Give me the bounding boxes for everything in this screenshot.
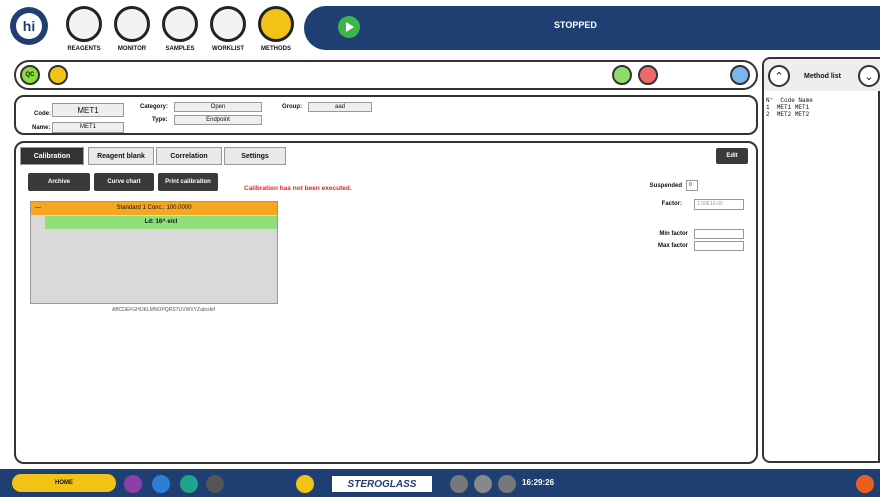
brush-icon[interactable] xyxy=(206,475,224,493)
methods-button[interactable] xyxy=(258,6,294,42)
table-header: N° Code Name xyxy=(766,97,813,104)
max-factor-label: Max factor xyxy=(657,243,688,249)
clock: 16:29:26 xyxy=(522,478,555,487)
min-factor-field[interactable] xyxy=(694,229,744,239)
table-row[interactable]: 2 MET2 MET2 xyxy=(766,111,813,118)
monitor-button[interactable] xyxy=(114,6,150,42)
tab-calibration[interactable]: Calibration xyxy=(20,147,84,165)
save-icon[interactable] xyxy=(730,65,750,85)
ld-row[interactable]: Ld: 16^ e/cl xyxy=(45,216,277,229)
category-label: Category: xyxy=(140,104,169,110)
row-marker: — xyxy=(35,205,41,211)
reagent-icon[interactable] xyxy=(48,65,68,85)
steroglass-logo: STEROGLASS xyxy=(332,476,432,492)
calendar-icon[interactable] xyxy=(152,475,170,493)
method-list-header: ⌃ Method list ⌄ xyxy=(764,59,880,91)
bottom-bar: HOME STEROGLASS 16:29:26 xyxy=(0,469,880,497)
type-field[interactable]: Endpoint xyxy=(174,115,262,125)
category-field[interactable]: Open xyxy=(174,102,262,112)
calibration-error: Calibration has not been executed. xyxy=(244,185,352,192)
standard-row-label: Standard 1 Conc.: 100.0000 xyxy=(116,205,192,211)
samples-button[interactable] xyxy=(162,6,198,42)
keyboard-icon[interactable] xyxy=(498,475,516,493)
group-label: Group: xyxy=(282,104,302,110)
curve-chart-button[interactable]: Curve chart xyxy=(94,173,154,191)
status-bar: STOPPED xyxy=(304,6,880,50)
group-field[interactable]: aad xyxy=(308,102,372,112)
method-table[interactable]: N° Code Name 1 MET1 MET1 2 MET2 MET2 xyxy=(766,97,813,118)
type-label: Type: xyxy=(152,117,168,123)
database-icon[interactable] xyxy=(124,475,142,493)
worklist-button[interactable] xyxy=(210,6,246,42)
min-factor-label: Min factor xyxy=(659,231,688,237)
hi-logo[interactable]: hi xyxy=(10,7,48,45)
list-footer: ABCDEFGHIJKLMNOPQRSTUVWXYZabcdef xyxy=(112,307,216,313)
network-icon[interactable] xyxy=(450,475,468,493)
method-header: Code: MET1 Name: MET1 Category: Open Typ… xyxy=(14,95,758,135)
info-icon[interactable] xyxy=(474,475,492,493)
top-bar: hi REAGENTS MONITOR SAMPLES WORKLIST MET… xyxy=(0,0,880,56)
method-list-title: Method list xyxy=(804,73,841,80)
print-calibration-button[interactable]: Print calibration xyxy=(158,173,218,191)
remove-icon[interactable] xyxy=(638,65,658,85)
home-button[interactable]: HOME xyxy=(12,474,116,492)
max-factor-field[interactable] xyxy=(694,241,744,251)
table-row[interactable]: 1 MET1 MET1 xyxy=(766,104,813,111)
qc-button[interactable]: QC xyxy=(20,65,40,85)
calibration-panel: Calibration Reagent blank Correlation Se… xyxy=(14,141,758,464)
archive-button[interactable]: Archive xyxy=(28,173,90,191)
name-label: Name: xyxy=(32,125,51,131)
factor-field[interactable]: 1.00E16-00 xyxy=(694,199,744,210)
calibration-list[interactable]: — Standard 1 Conc.: 100.0000 Ld: 16^ e/cl xyxy=(30,201,278,304)
power-icon[interactable] xyxy=(856,475,874,493)
code-label: Code: xyxy=(34,111,51,117)
factor-label: Factor: xyxy=(661,201,682,207)
chevron-up-icon[interactable]: ⌃ xyxy=(768,65,790,87)
tab-settings[interactable]: Settings xyxy=(224,147,286,165)
code-field[interactable]: MET1 xyxy=(52,103,124,117)
status-text: STOPPED xyxy=(554,20,597,30)
reagents-button[interactable] xyxy=(66,6,102,42)
tools-icon[interactable] xyxy=(180,475,198,493)
chevron-down-icon[interactable]: ⌄ xyxy=(858,65,880,87)
suspended-field[interactable]: 0 xyxy=(686,180,698,191)
tab-reagent-blank[interactable]: Reagent blank xyxy=(88,147,154,165)
name-field[interactable]: MET1 xyxy=(52,122,124,133)
tab-correlation[interactable]: Correlation xyxy=(156,147,222,165)
suspended-label: Suspended xyxy=(649,183,682,189)
token-icon[interactable] xyxy=(296,475,314,493)
method-list-panel: ⌃ Method list ⌄ N° Code Name 1 MET1 MET1… xyxy=(762,57,880,463)
edit-button[interactable]: Edit xyxy=(716,148,748,164)
toolbar: QC xyxy=(14,60,758,90)
methods-label: METHODS xyxy=(261,46,291,52)
standard-row[interactable]: — Standard 1 Conc.: 100.0000 xyxy=(31,202,277,215)
add-icon[interactable] xyxy=(612,65,632,85)
play-icon[interactable] xyxy=(338,16,360,38)
